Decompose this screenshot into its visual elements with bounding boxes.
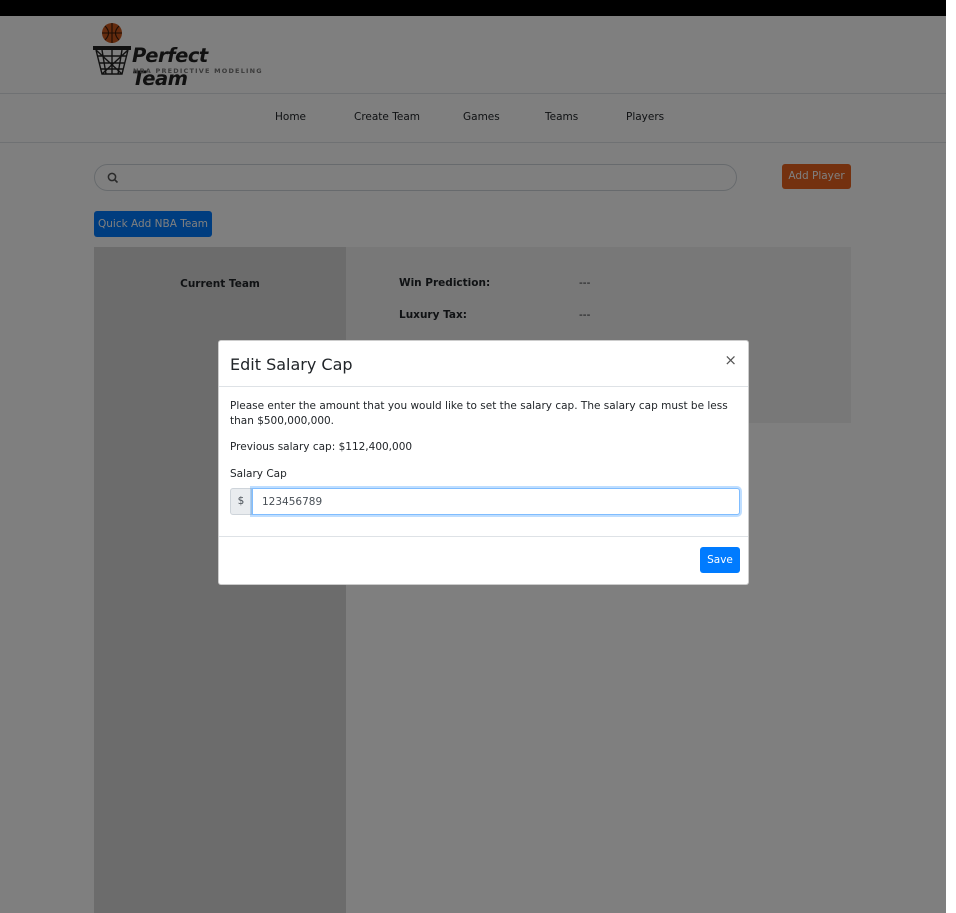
modal-header: Edit Salary Cap ×: [219, 341, 748, 387]
salary-cap-input-group: $: [230, 488, 740, 515]
modal-description: Please enter the amount that you would l…: [230, 399, 739, 429]
app-page: Perfect Team NBA PREDICTIVE MODELING Hom…: [0, 0, 956, 913]
edit-salary-cap-modal: Edit Salary Cap × Please enter the amoun…: [218, 340, 749, 585]
salary-cap-label: Salary Cap: [230, 468, 287, 480]
currency-prefix: $: [230, 488, 252, 515]
modal-footer-divider: [219, 536, 748, 537]
modal-title: Edit Salary Cap: [230, 355, 353, 374]
previous-salary-cap: Previous salary cap: $112,400,000: [230, 441, 413, 453]
salary-cap-instructions: Please enter the amount that you would l…: [230, 400, 728, 427]
right-edge-strip: [946, 0, 956, 913]
close-icon[interactable]: ×: [724, 353, 737, 368]
save-button[interactable]: Save: [700, 547, 740, 573]
salary-cap-input[interactable]: [252, 488, 740, 515]
